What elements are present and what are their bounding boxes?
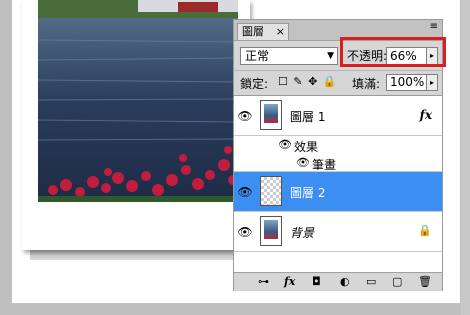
link-layers-icon[interactable]: ⊶ [258,275,269,288]
effects-label: 效果 [294,140,319,154]
layer-thumbnail [260,176,282,206]
lock-label: 鎖定: [240,77,269,91]
lock-options-icons[interactable]: ☐ ✎ ✥ 🔒 [278,75,337,88]
eye-icon[interactable]: 👁 [237,185,253,199]
new-layer-icon[interactable]: ▢ [392,275,402,288]
adjustment-layer-icon[interactable]: ◐ [340,275,350,288]
layer-row-2[interactable]: 👁 圖層 2 [234,172,442,212]
fx-icon[interactable]: fx [420,108,432,122]
add-mask-icon[interactable]: ◘ [312,275,321,288]
blend-mode-select[interactable]: 正常 ▼ [240,47,338,65]
panel-bottom-toolbar: ⊶ fx ◘ ◐ ▭ ▢ 🗑 [234,272,442,291]
opacity-highlight-box [340,37,446,67]
layer-row-background[interactable]: 👁 背景 🔒 [234,212,442,252]
stroke-effect-row[interactable]: 👁 筆畫 [234,154,442,172]
stroke-label: 筆畫 [312,158,337,172]
layer-name: 圖層 2 [290,186,326,200]
canal-photo [38,0,238,202]
chevron-down-icon: ▼ [327,51,334,61]
layer-row-1[interactable]: 👁 圖層 1 fx [234,96,442,136]
lock-icon: 🔒 [418,224,432,237]
right-scrollbar[interactable] [461,0,470,315]
fill-slider-button[interactable]: ▸ [426,74,438,91]
trash-icon[interactable]: 🗑 [418,275,432,288]
eye-icon[interactable]: 👁 [237,225,253,239]
blend-mode-value: 正常 [245,49,270,63]
layer-name: 圖層 1 [290,110,326,124]
close-icon[interactable]: × [276,24,285,39]
layer-thumbnail [260,100,282,130]
eye-icon[interactable]: 👁 [278,138,292,151]
tab-layers[interactable]: 圖層 × [237,23,289,40]
layer-thumbnail [260,216,282,246]
layer-name: 背景 [290,226,315,240]
eye-icon[interactable]: 👁 [237,109,253,123]
eye-icon[interactable]: 👁 [296,156,310,169]
new-group-icon[interactable]: ▭ [366,275,376,288]
fill-input[interactable]: 100% [386,74,428,91]
layers-list: 👁 圖層 1 fx 👁 效果 👁 筆畫 👁 圖層 2 👁 背景 🔒 [234,95,442,272]
tab-layers-label: 圖層 [242,25,264,38]
add-style-icon[interactable]: fx [284,275,295,288]
fill-label: 填滿: [352,77,381,91]
lock-fill-row: 鎖定: ☐ ✎ ✥ 🔒 填滿: 100% ▸ [234,70,442,95]
effects-row[interactable]: 👁 效果 [234,136,442,154]
panel-menu-icon[interactable]: ≡ [430,22,438,32]
